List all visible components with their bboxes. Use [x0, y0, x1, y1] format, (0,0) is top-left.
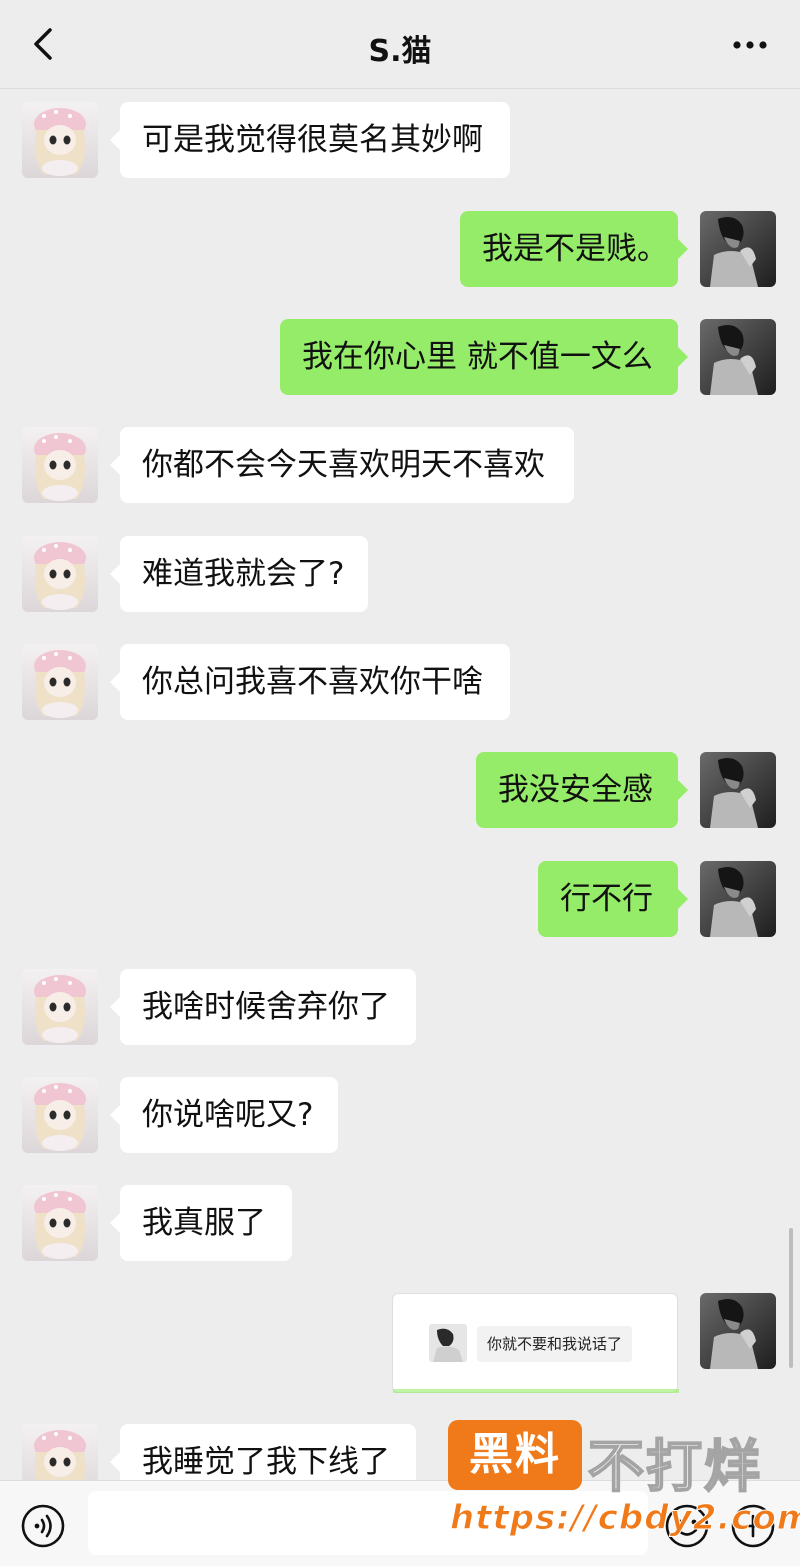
self-avatar[interactable] — [700, 1293, 776, 1369]
message-bubble[interactable]: 可是我觉得很莫名其妙啊 — [110, 102, 510, 178]
contact-avatar[interactable] — [22, 1185, 98, 1261]
contact-avatar[interactable] — [22, 1077, 98, 1153]
message-bubble[interactable]: 行不行 — [538, 861, 688, 937]
watermark-badge: 黑料 — [448, 1420, 582, 1490]
ellipsis-icon[interactable] — [730, 30, 770, 60]
message-bubble[interactable]: 我睡觉了我下线了 — [110, 1424, 416, 1480]
screenshot-text: 你就不要和我说话了 — [477, 1326, 633, 1362]
scrollbar[interactable] — [789, 1228, 793, 1368]
watermark-url: https://cbdy2.com — [449, 1498, 800, 1539]
message-bubble[interactable]: 我没安全感 — [476, 752, 688, 828]
watermark-text: 不打烊 — [587, 1434, 762, 1501]
message-bubble[interactable]: 你都不会今天喜欢明天不喜欢 — [110, 427, 574, 503]
contact-avatar[interactable] — [22, 536, 98, 612]
message-list[interactable]: 可是我觉得很莫名其妙啊 我是不是贱。 我在你心里 就不值一文么 你都不会今天喜欢… — [0, 88, 800, 1480]
message-bubble[interactable]: 我在你心里 就不值一文么 — [280, 319, 688, 395]
contact-avatar[interactable] — [22, 427, 98, 503]
image-message[interactable]: 你就不要和我说话了 — [392, 1293, 679, 1393]
message-bubble[interactable]: 你说啥呢又? — [110, 1077, 338, 1153]
contact-avatar[interactable] — [22, 102, 98, 178]
contact-avatar[interactable] — [22, 969, 98, 1045]
message-bubble[interactable]: 难道我就会了? — [110, 536, 368, 612]
message-bubble[interactable]: 你总问我喜不喜欢你干啥 — [110, 644, 510, 720]
image-edge — [393, 1389, 679, 1393]
chat-header: S.猫 — [0, 0, 800, 89]
screenshot-avatar — [429, 1324, 467, 1362]
watermark: 黑料 不打烊 https://cbdy2.com — [448, 1420, 800, 1546]
chat-title: S.猫 — [368, 34, 432, 69]
message-bubble[interactable]: 我真服了 — [110, 1185, 292, 1261]
message-bubble[interactable]: 我啥时候舍弃你了 — [110, 969, 416, 1045]
self-avatar[interactable] — [700, 861, 776, 937]
self-avatar[interactable] — [700, 752, 776, 828]
message-bubble[interactable]: 我是不是贱。 — [460, 211, 688, 287]
self-avatar[interactable] — [700, 211, 776, 287]
self-avatar[interactable] — [700, 319, 776, 395]
contact-avatar[interactable] — [22, 1424, 98, 1480]
voice-icon[interactable] — [20, 1503, 66, 1549]
contact-avatar[interactable] — [22, 644, 98, 720]
